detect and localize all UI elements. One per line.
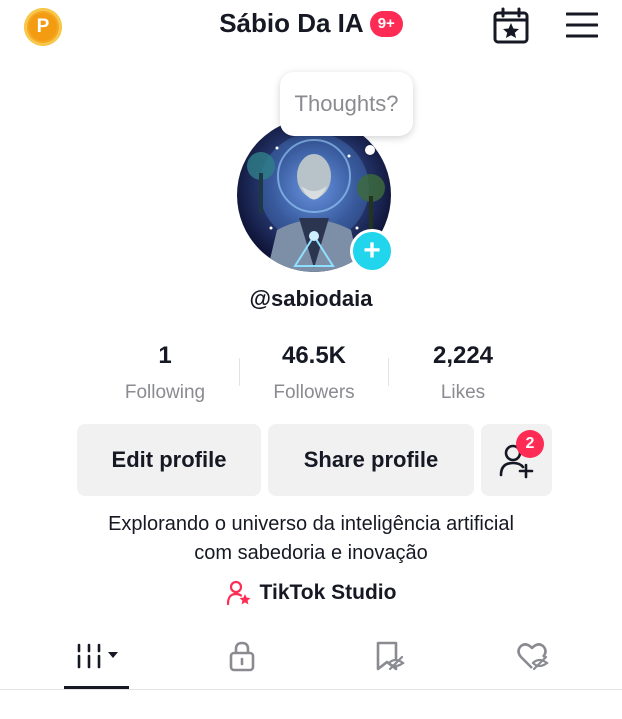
stat-following[interactable]: 1 Following	[90, 342, 240, 404]
bookmark-icon	[376, 641, 405, 671]
tiktok-studio-link[interactable]: TikTok Studio	[0, 580, 622, 606]
lock-icon	[229, 641, 255, 672]
share-profile-button[interactable]: Share profile	[268, 424, 474, 496]
stat-label: Likes	[440, 382, 486, 403]
tab-videos[interactable]	[66, 636, 126, 676]
username: @sabiodaia	[249, 286, 373, 311]
plus-icon: +	[363, 234, 381, 267]
add-avatar-button[interactable]: +	[350, 229, 394, 273]
tab-saved[interactable]	[359, 636, 419, 676]
person-star-icon	[226, 580, 251, 606]
calendar-star-icon[interactable]	[492, 7, 530, 45]
stat-value: 1	[158, 342, 172, 369]
thoughts-bubble[interactable]: Thoughts?	[280, 72, 413, 136]
stat-likes[interactable]: 2,224 Likes	[388, 342, 538, 404]
thoughts-bubble-tail	[365, 145, 375, 155]
tiktok-studio-label: TikTok Studio	[259, 581, 397, 604]
liked-heart-icon	[517, 643, 549, 671]
videos-grid-icon	[77, 643, 118, 669]
notification-badge: 9+	[369, 10, 403, 37]
friend-requests-badge: 2	[516, 430, 544, 458]
profile-bio: Explorando o universo da inteligência ar…	[0, 510, 622, 568]
stat-followers[interactable]: 46.5K Followers	[239, 342, 389, 404]
profile-display-name[interactable]: Sábio Da IA	[219, 8, 363, 39]
stat-value: 2,224	[432, 342, 494, 369]
bio-line: com sabedoria e inovação	[194, 542, 428, 564]
bio-line: Explorando o universo da inteligência ar…	[108, 513, 514, 535]
hamburger-menu-icon[interactable]	[566, 11, 598, 39]
tabs-divider	[0, 689, 622, 690]
stat-label: Followers	[273, 382, 355, 403]
stat-label: Following	[124, 382, 206, 403]
stat-value: 46.5K	[281, 342, 347, 369]
tab-private[interactable]	[212, 636, 272, 676]
tab-liked[interactable]	[503, 636, 563, 676]
edit-profile-button[interactable]: Edit profile	[77, 424, 261, 496]
